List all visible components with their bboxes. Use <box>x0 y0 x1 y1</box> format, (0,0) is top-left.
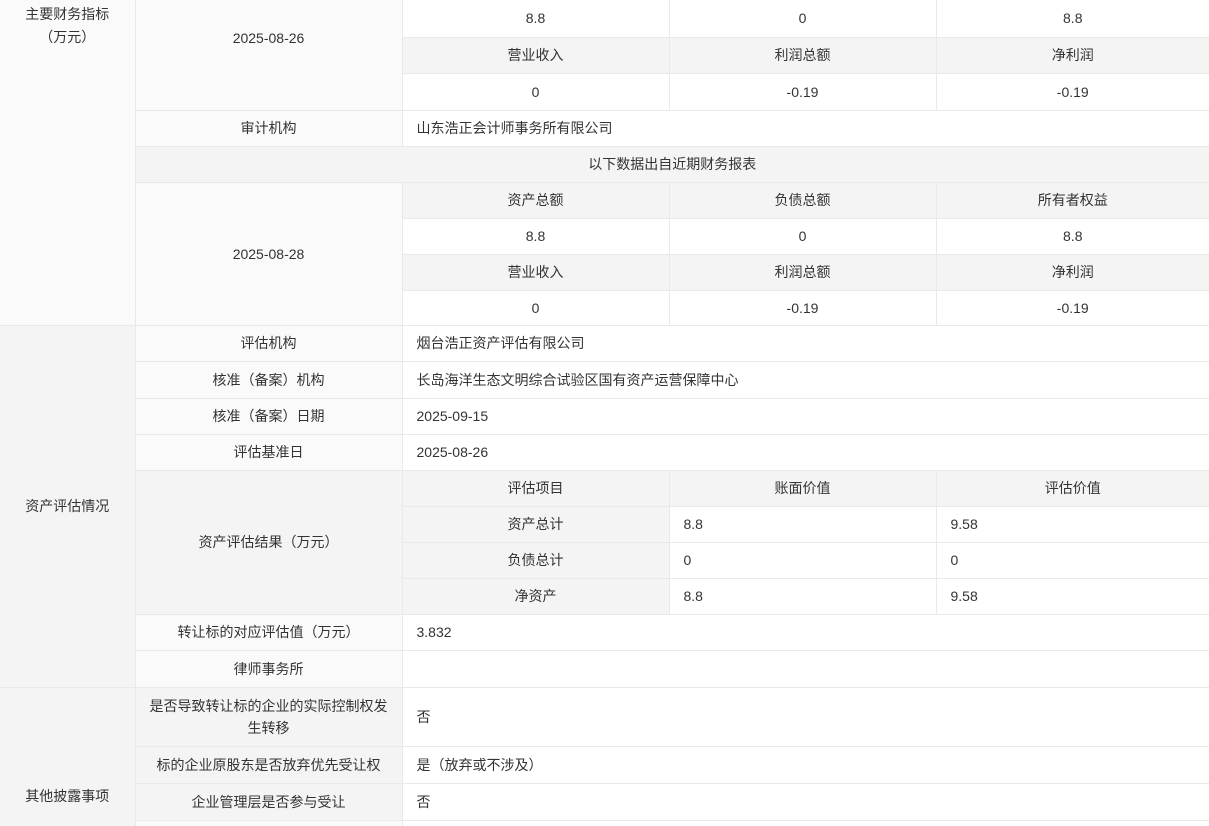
value-management-participate: 否 <box>402 783 1209 820</box>
item-total-assets: 资产总计 <box>402 506 669 542</box>
disclosure-page: 主要财务指标 （万元） 2025-08-26 8.8 0 8.8 营业收入 利润… <box>0 0 1209 826</box>
row-label-audit-agency: 审计机构 <box>135 110 402 146</box>
value-liabilities-2: 0 <box>669 218 936 254</box>
value-control-transfer: 否 <box>402 687 1209 746</box>
disclosure-table: 主要财务指标 （万元） 2025-08-26 8.8 0 8.8 营业收入 利润… <box>0 0 1209 826</box>
table-row-clipped <box>0 820 1209 826</box>
book-value-total-assets: 8.8 <box>669 506 936 542</box>
section-label-valuation: 资产评估情况 <box>0 325 135 687</box>
section-label-financial-line1: 主要财务指标 <box>0 3 135 26</box>
value-net-profit-1: -0.19 <box>936 73 1209 110</box>
value-law-firm <box>402 650 1209 687</box>
row-label-report-date-2: 2025-08-28 <box>135 182 402 325</box>
value-valuation-agency: 烟台浩正资产评估有限公司 <box>402 325 1209 361</box>
row-label-control-transfer: 是否导致转让标的企业的实际控制权发生转移 <box>135 687 402 746</box>
table-row: 2025-08-28 资产总额 负债总额 所有者权益 <box>0 182 1209 218</box>
value-audit-agency: 山东浩正会计师事务所有限公司 <box>402 110 1209 146</box>
value-total-profit-1: -0.19 <box>669 73 936 110</box>
row-label-management-participate: 企业管理层是否参与受让 <box>135 783 402 820</box>
row-label-approval-agency: 核准（备案）机构 <box>135 361 402 398</box>
value-assets-2: 8.8 <box>402 218 669 254</box>
value-revenue-1: 0 <box>402 73 669 110</box>
section-label-other-disclosure: 其他披露事项 <box>0 687 135 826</box>
header-appraised-value: 评估价值 <box>936 470 1209 506</box>
book-value-net-assets: 8.8 <box>669 578 936 614</box>
header-equity-2: 所有者权益 <box>936 182 1209 218</box>
value-approval-agency: 长岛海洋生态文明综合试验区国有资产运营保障中心 <box>402 361 1209 398</box>
row-label-valuation-agency: 评估机构 <box>135 325 402 361</box>
header-revenue-2: 营业收入 <box>402 254 669 290</box>
value-revenue-2: 0 <box>402 290 669 325</box>
section-label-financial: 主要财务指标 （万元） <box>0 0 135 325</box>
value-valuation-base-date: 2025-08-26 <box>402 434 1209 470</box>
table-row: 以下数据出自近期财务报表 <box>0 146 1209 182</box>
value-net-profit-2: -0.19 <box>936 290 1209 325</box>
header-revenue-1: 营业收入 <box>402 37 669 73</box>
row-label-waive-preemptive-right: 标的企业原股东是否放弃优先受让权 <box>135 746 402 783</box>
table-row: 标的企业原股东是否放弃优先受让权 是（放弃或不涉及） <box>0 746 1209 783</box>
header-liabilities-2: 负债总额 <box>669 182 936 218</box>
table-row: 资产评估结果（万元） 评估项目 账面价值 评估价值 <box>0 470 1209 506</box>
header-book-value: 账面价值 <box>669 470 936 506</box>
row-label-valuation-base-date: 评估基准日 <box>135 434 402 470</box>
row-label-approval-date: 核准（备案）日期 <box>135 398 402 434</box>
book-value-total-liabilities: 0 <box>669 542 936 578</box>
header-net-profit-1: 净利润 <box>936 37 1209 73</box>
appraised-value-net-assets: 9.58 <box>936 578 1209 614</box>
header-valuation-item: 评估项目 <box>402 470 669 506</box>
appraised-value-total-liabilities: 0 <box>936 542 1209 578</box>
note-recent-financial-statement: 以下数据出自近期财务报表 <box>135 146 1209 182</box>
row-label-report-date-1: 2025-08-26 <box>135 0 402 110</box>
header-net-profit-2: 净利润 <box>936 254 1209 290</box>
value-liabilities-1: 0 <box>669 0 936 37</box>
row-label-clipped <box>135 820 402 826</box>
row-label-law-firm: 律师事务所 <box>135 650 402 687</box>
value-approval-date: 2025-09-15 <box>402 398 1209 434</box>
header-assets-2: 资产总额 <box>402 182 669 218</box>
value-clipped <box>402 820 1209 826</box>
value-assets-1: 8.8 <box>402 0 669 37</box>
value-equity-1: 8.8 <box>936 0 1209 37</box>
row-label-valuation-result: 资产评估结果（万元） <box>135 470 402 614</box>
value-transfer-appraised-value: 3.832 <box>402 614 1209 650</box>
value-equity-2: 8.8 <box>936 218 1209 254</box>
section-label-financial-line2: （万元） <box>0 26 135 49</box>
row-label-transfer-appraised-value: 转让标的对应评估值（万元） <box>135 614 402 650</box>
item-total-liabilities: 负债总计 <box>402 542 669 578</box>
table-row: 企业管理层是否参与受让 否 <box>0 783 1209 820</box>
table-row: 核准（备案）日期 2025-09-15 <box>0 398 1209 434</box>
value-waive-preemptive-right: 是（放弃或不涉及） <box>402 746 1209 783</box>
table-row: 转让标的对应评估值（万元） 3.832 <box>0 614 1209 650</box>
header-total-profit-2: 利润总额 <box>669 254 936 290</box>
table-row: 资产评估情况 评估机构 烟台浩正资产评估有限公司 <box>0 325 1209 361</box>
header-total-profit-1: 利润总额 <box>669 37 936 73</box>
table-row: 审计机构 山东浩正会计师事务所有限公司 <box>0 110 1209 146</box>
table-row: 评估基准日 2025-08-26 <box>0 434 1209 470</box>
item-net-assets: 净资产 <box>402 578 669 614</box>
table-row: 核准（备案）机构 长岛海洋生态文明综合试验区国有资产运营保障中心 <box>0 361 1209 398</box>
table-row: 主要财务指标 （万元） 2025-08-26 8.8 0 8.8 <box>0 0 1209 37</box>
appraised-value-total-assets: 9.58 <box>936 506 1209 542</box>
table-row: 律师事务所 <box>0 650 1209 687</box>
table-row: 其他披露事项 是否导致转让标的企业的实际控制权发生转移 否 <box>0 687 1209 746</box>
value-total-profit-2: -0.19 <box>669 290 936 325</box>
